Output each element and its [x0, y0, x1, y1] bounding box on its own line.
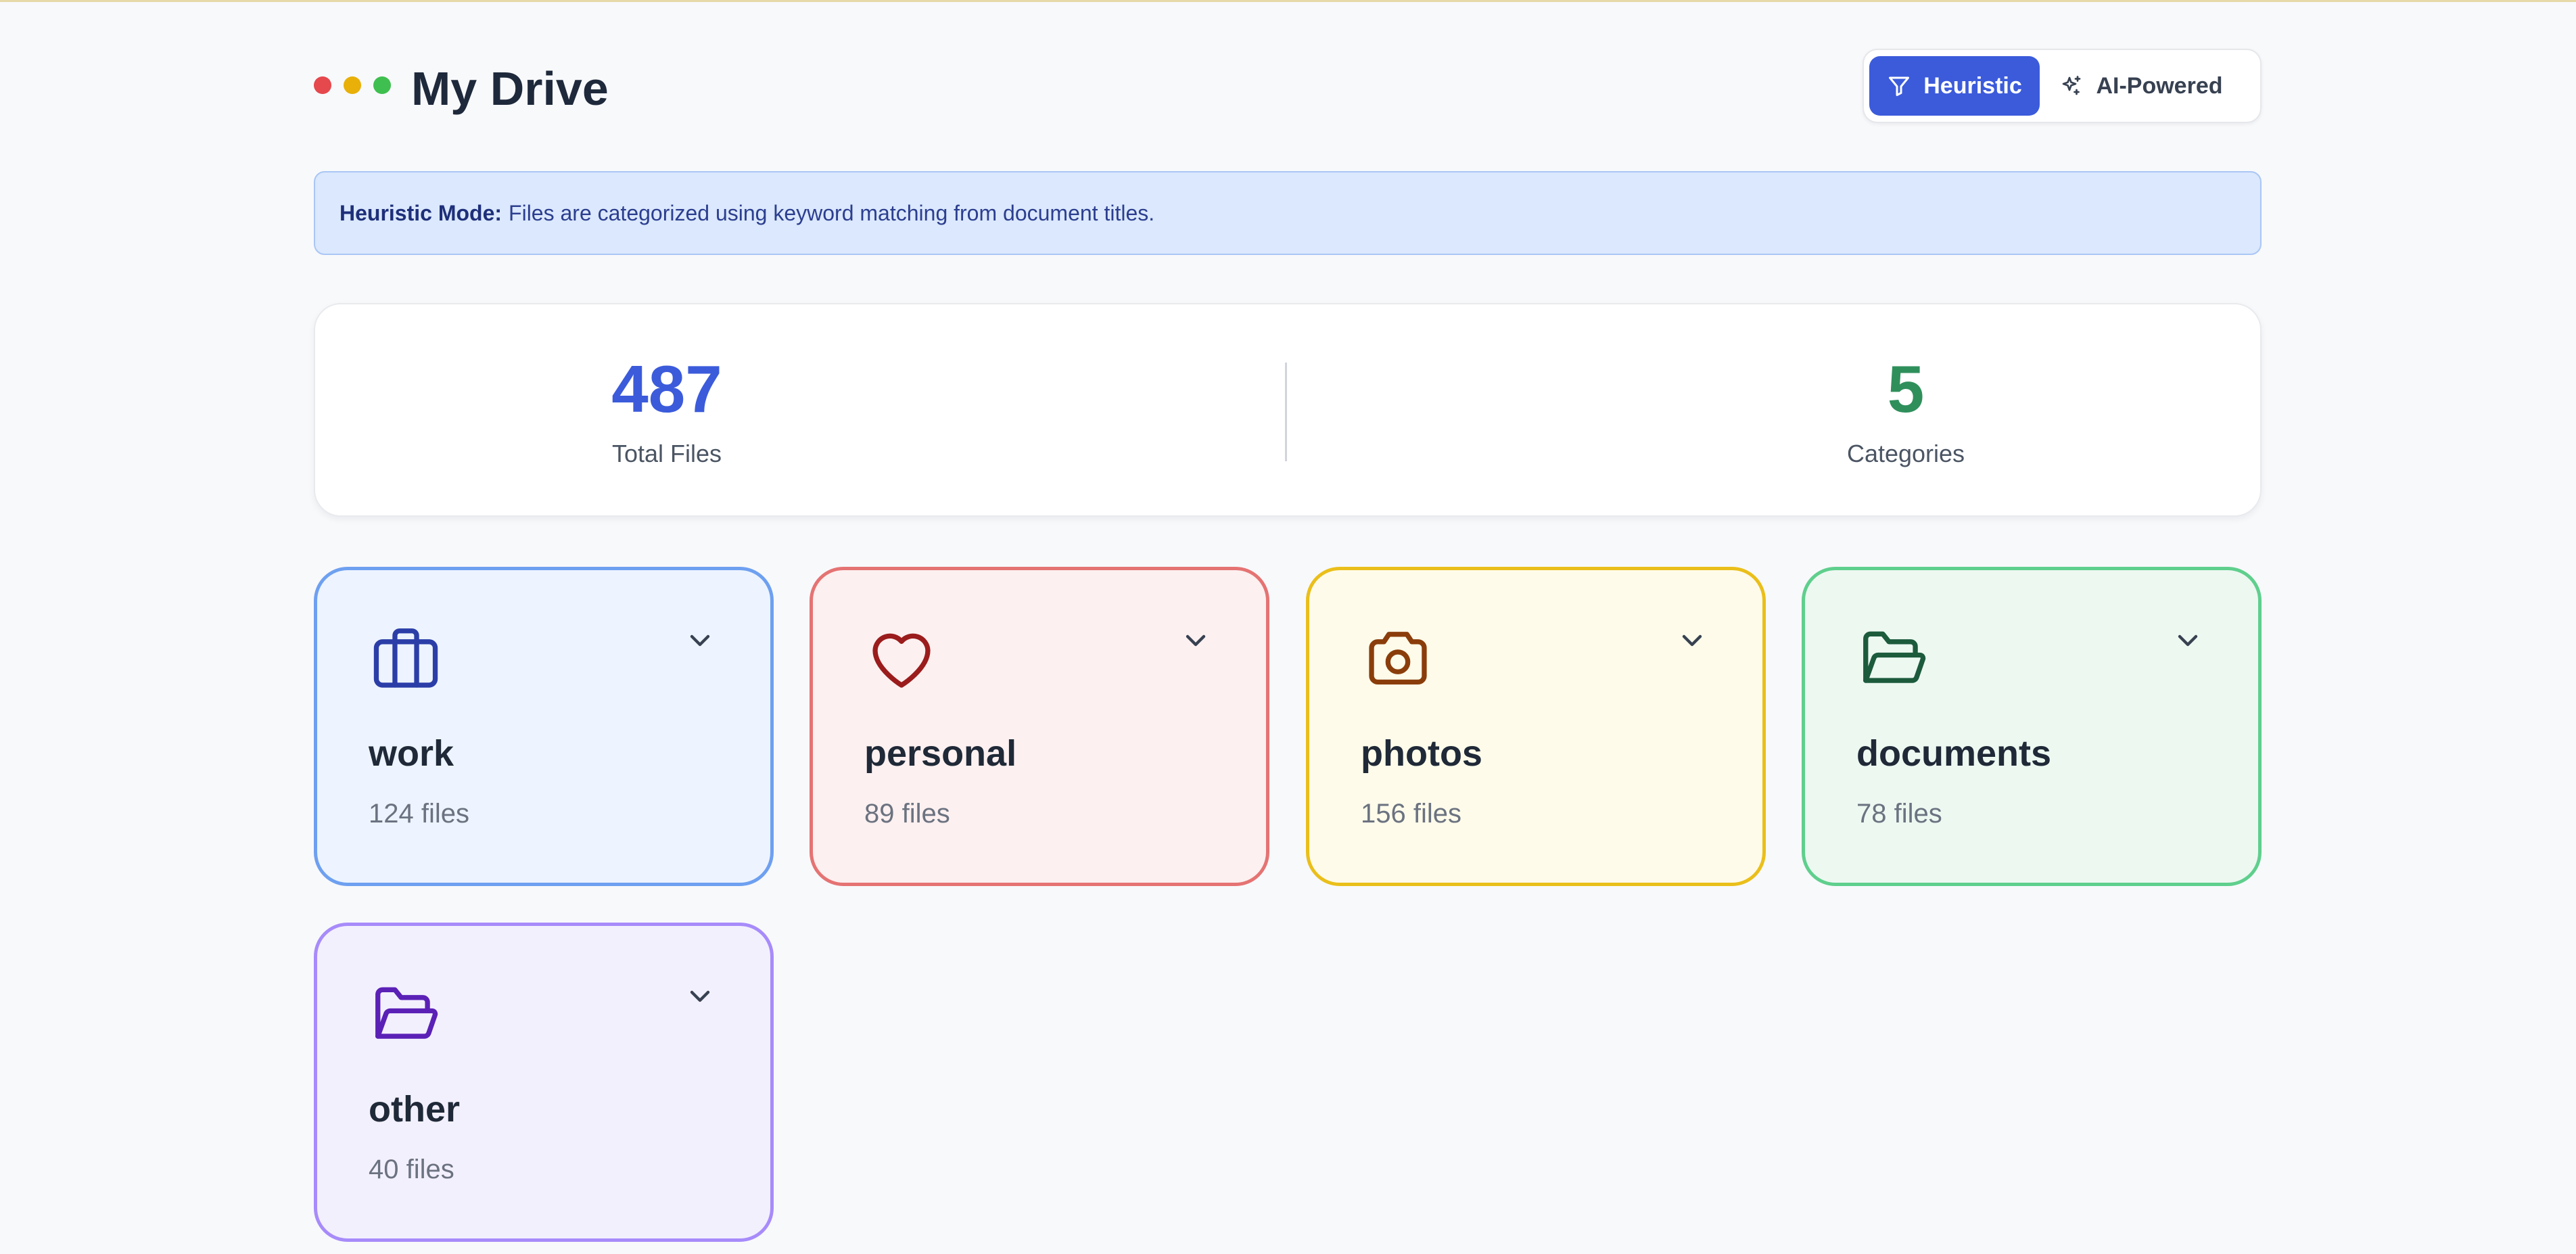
ai-powered-mode-label: AI-Powered — [2096, 72, 2223, 99]
chevron-down-icon[interactable] — [2172, 624, 2204, 657]
category-name: documents — [1856, 733, 2052, 774]
chevron-down-icon[interactable] — [684, 624, 716, 657]
stat-total-files-value: 487 — [611, 352, 722, 426]
category-count: 78 files — [1856, 799, 1942, 829]
category-card-work[interactable]: work 124 files — [314, 567, 774, 886]
stat-categories-label: Categories — [1846, 440, 1965, 467]
category-count: 156 files — [1361, 799, 1461, 829]
briefcase-icon — [373, 628, 438, 688]
top-border — [0, 0, 2576, 2]
chevron-down-icon[interactable] — [1676, 624, 1708, 657]
minimize-dot[interactable] — [344, 76, 361, 94]
category-name: other — [369, 1089, 460, 1130]
stat-categories: 5 Categories — [1771, 352, 2041, 468]
banner-title: Heuristic Mode: — [339, 200, 502, 225]
camera-icon — [1369, 632, 1427, 685]
heuristic-mode-label: Heuristic — [1923, 72, 2022, 99]
mode-toggle: Heuristic AI-Powered — [1863, 49, 2262, 123]
category-name: work — [369, 733, 454, 774]
chevron-down-icon[interactable] — [1179, 624, 1212, 657]
filter-icon — [1889, 76, 1910, 96]
category-name: photos — [1361, 733, 1482, 774]
header: My Drive Heuristic AI-Powered — [314, 49, 2262, 129]
chevron-down-icon[interactable] — [684, 980, 716, 1013]
folder-open-icon — [1863, 631, 1926, 683]
category-card-other[interactable]: other 40 files — [314, 923, 774, 1242]
sparkles-icon — [2063, 76, 2081, 95]
folder-open-icon — [375, 987, 438, 1039]
stats-divider — [1285, 363, 1287, 461]
heart-icon — [872, 633, 931, 688]
stat-total-files: 487 Total Files — [532, 352, 802, 468]
category-card-documents[interactable]: documents 78 files — [1802, 567, 2262, 886]
category-name: personal — [864, 733, 1017, 774]
close-dot[interactable] — [314, 76, 331, 94]
stat-categories-value: 5 — [1887, 352, 1925, 426]
stats-panel: 487 Total Files 5 Categories — [314, 303, 2262, 517]
category-card-personal[interactable]: personal 89 files — [810, 567, 1269, 886]
ai-powered-mode-button[interactable]: AI-Powered — [2040, 56, 2243, 116]
category-count: 124 files — [369, 799, 469, 829]
page-title: My Drive — [411, 62, 609, 115]
window-controls — [314, 76, 391, 94]
maximize-dot[interactable] — [373, 76, 391, 94]
category-count: 89 files — [864, 799, 950, 829]
category-card-photos[interactable]: photos 156 files — [1306, 567, 1766, 886]
heuristic-mode-button[interactable]: Heuristic — [1869, 56, 2040, 116]
category-count: 40 files — [369, 1155, 454, 1184]
mode-info-banner: Heuristic Mode: Files are categorized us… — [314, 171, 2262, 255]
stat-total-files-label: Total Files — [611, 440, 722, 467]
banner-text: Files are categorized using keyword matc… — [509, 200, 1155, 225]
